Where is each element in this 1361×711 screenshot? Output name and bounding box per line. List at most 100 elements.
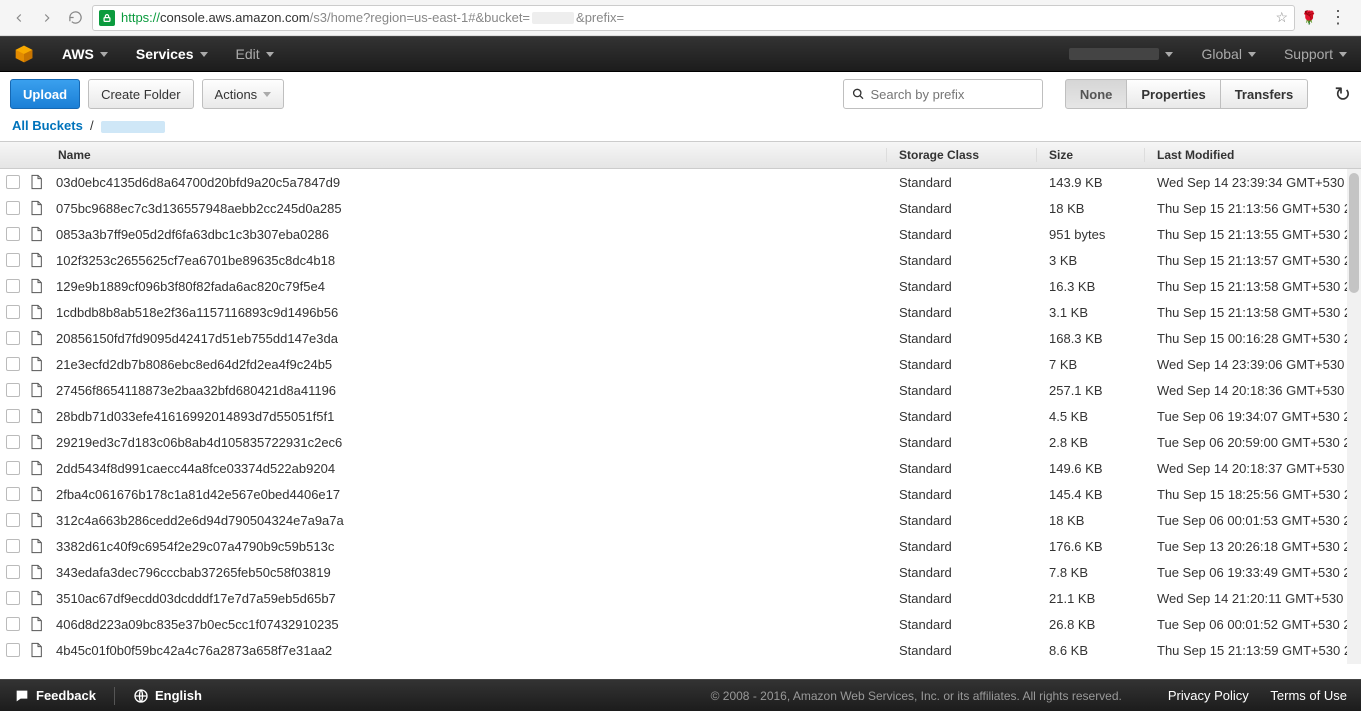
object-name[interactable]: 406d8d223a09bc835e37b0ec5cc1f07432910235	[56, 617, 887, 632]
table-row[interactable]: 3382d61c40f9c6954f2e29c07a4790b9c59b513c…	[0, 533, 1361, 559]
breadcrumb-bucket-redacted[interactable]	[101, 121, 165, 133]
address-bar[interactable]: https:// console.aws.amazon.com /s3/home…	[92, 5, 1295, 31]
search-box[interactable]	[843, 79, 1043, 109]
breadcrumb-all-buckets[interactable]: All Buckets	[12, 118, 83, 133]
table-row[interactable]: 4b45c01f0b0f59bc42a4c76a2873a658f7e31aa2…	[0, 637, 1361, 663]
row-checkbox[interactable]	[6, 539, 20, 553]
table-row[interactable]: 343edafa3dec796cccbab37265feb50c58f03819…	[0, 559, 1361, 585]
tab-none[interactable]: None	[1065, 79, 1128, 109]
table-row[interactable]: 0853a3b7ff9e05d2df6fa63dbc1c3b307eba0286…	[0, 221, 1361, 247]
object-name[interactable]: 129e9b1889cf096b3f80f82fada6ac820c79f5e4	[56, 279, 887, 294]
col-last-modified[interactable]: Last Modified	[1145, 148, 1361, 162]
last-modified: Tue Sep 06 19:33:49 GMT+530 2016	[1145, 565, 1361, 580]
object-name[interactable]: 075bc9688ec7c3d136557948aebb2cc245d0a285	[56, 201, 887, 216]
col-storage-class[interactable]: Storage Class	[887, 148, 1037, 162]
refresh-button[interactable]: ↻	[1334, 82, 1351, 107]
storage-class: Standard	[887, 591, 1037, 606]
object-name[interactable]: 2dd5434f8d991caecc44a8fce03374d522ab9204	[56, 461, 887, 476]
file-icon	[28, 251, 44, 269]
table-row[interactable]: 21e3ecfd2db7b8086ebc8ed64d2fd2ea4f9c24b5…	[0, 351, 1361, 377]
object-name[interactable]: 2fba4c061676b178c1a81d42e567e0bed4406e17	[56, 487, 887, 502]
row-checkbox[interactable]	[6, 175, 20, 189]
row-checkbox[interactable]	[6, 227, 20, 241]
table-row[interactable]: 2fba4c061676b178c1a81d42e567e0bed4406e17…	[0, 481, 1361, 507]
tab-properties[interactable]: Properties	[1127, 79, 1220, 109]
table-row[interactable]: 129e9b1889cf096b3f80f82fada6ac820c79f5e4…	[0, 273, 1361, 299]
row-checkbox[interactable]	[6, 591, 20, 605]
forward-button[interactable]	[36, 7, 58, 29]
object-size: 257.1 KB	[1037, 383, 1145, 398]
table-row[interactable]: 3510ac67df9ecdd03dcdddf17e7d7a59eb5d65b7…	[0, 585, 1361, 611]
table-row[interactable]: 1cdbdb8b8ab518e2f36a1157116893c9d1496b56…	[0, 299, 1361, 325]
row-checkbox[interactable]	[6, 409, 20, 423]
col-name[interactable]: Name	[0, 148, 887, 162]
table-row[interactable]: 28bdb71d033efe41616992014893d7d55051f5f1…	[0, 403, 1361, 429]
row-checkbox[interactable]	[6, 279, 20, 293]
terms-link[interactable]: Terms of Use	[1270, 688, 1347, 703]
reload-button[interactable]	[64, 7, 86, 29]
table-body: 03d0ebc4135d6d8a64700d20bfd9a20c5a7847d9…	[0, 169, 1361, 663]
object-name[interactable]: 03d0ebc4135d6d8a64700d20bfd9a20c5a7847d9	[56, 175, 887, 190]
object-name[interactable]: 3382d61c40f9c6954f2e29c07a4790b9c59b513c	[56, 539, 887, 554]
row-checkbox[interactable]	[6, 331, 20, 345]
object-name[interactable]: 28bdb71d033efe41616992014893d7d55051f5f1	[56, 409, 887, 424]
privacy-link[interactable]: Privacy Policy	[1168, 688, 1249, 703]
language-link[interactable]: English	[133, 688, 202, 704]
object-name[interactable]: 20856150fd7fd9095d42417d51eb755dd147e3da	[56, 331, 887, 346]
browser-menu-icon[interactable]: ⋮	[1323, 7, 1353, 28]
row-checkbox[interactable]	[6, 253, 20, 267]
create-folder-button[interactable]: Create Folder	[88, 79, 193, 109]
object-size: 143.9 KB	[1037, 175, 1145, 190]
row-checkbox[interactable]	[6, 461, 20, 475]
object-name[interactable]: 312c4a663b286cedd2e6d94d790504324e7a9a7a	[56, 513, 887, 528]
table-row[interactable]: 075bc9688ec7c3d136557948aebb2cc245d0a285…	[0, 195, 1361, 221]
table-row[interactable]: 20856150fd7fd9095d42417d51eb755dd147e3da…	[0, 325, 1361, 351]
tab-transfers[interactable]: Transfers	[1221, 79, 1309, 109]
object-name[interactable]: 1cdbdb8b8ab518e2f36a1157116893c9d1496b56	[56, 305, 887, 320]
toolbar: Upload Create Folder Actions None Proper…	[0, 72, 1361, 116]
table-row[interactable]: 03d0ebc4135d6d8a64700d20bfd9a20c5a7847d9…	[0, 169, 1361, 195]
row-checkbox[interactable]	[6, 513, 20, 527]
back-button[interactable]	[8, 7, 30, 29]
row-checkbox[interactable]	[6, 357, 20, 371]
scrollbar-thumb[interactable]	[1349, 173, 1359, 293]
edit-menu[interactable]: Edit	[236, 46, 274, 62]
bookmark-star-icon[interactable]: ☆	[1275, 9, 1288, 26]
search-input[interactable]	[870, 87, 1033, 102]
object-name[interactable]: 21e3ecfd2db7b8086ebc8ed64d2fd2ea4f9c24b5	[56, 357, 887, 372]
table-row[interactable]: 27456f8654118873e2baa32bfd680421d8a41196…	[0, 377, 1361, 403]
table-row[interactable]: 102f3253c2655625cf7ea6701be89635c8dc4b18…	[0, 247, 1361, 273]
table-row[interactable]: 406d8d223a09bc835e37b0ec5cc1f07432910235…	[0, 611, 1361, 637]
table-row[interactable]: 29219ed3c7d183c06b8ab4d105835722931c2ec6…	[0, 429, 1361, 455]
row-checkbox[interactable]	[6, 565, 20, 579]
row-checkbox[interactable]	[6, 383, 20, 397]
extension-icon[interactable]: 🌹	[1301, 10, 1317, 26]
services-menu[interactable]: Services	[136, 46, 208, 62]
account-menu[interactable]	[1069, 48, 1173, 60]
upload-button[interactable]: Upload	[10, 79, 80, 109]
aws-logo-icon[interactable]	[14, 44, 34, 64]
object-name[interactable]: 27456f8654118873e2baa32bfd680421d8a41196	[56, 383, 887, 398]
object-name[interactable]: 29219ed3c7d183c06b8ab4d105835722931c2ec6	[56, 435, 887, 450]
object-name[interactable]: 0853a3b7ff9e05d2df6fa63dbc1c3b307eba0286	[56, 227, 887, 242]
aws-menu[interactable]: AWS	[62, 46, 108, 62]
row-checkbox[interactable]	[6, 201, 20, 215]
region-menu[interactable]: Global	[1201, 46, 1255, 62]
row-checkbox[interactable]	[6, 643, 20, 657]
row-checkbox[interactable]	[6, 435, 20, 449]
row-checkbox[interactable]	[6, 305, 20, 319]
object-size: 176.6 KB	[1037, 539, 1145, 554]
actions-button[interactable]: Actions	[202, 79, 285, 109]
col-size[interactable]: Size	[1037, 148, 1145, 162]
object-name[interactable]: 102f3253c2655625cf7ea6701be89635c8dc4b18	[56, 253, 887, 268]
table-row[interactable]: 312c4a663b286cedd2e6d94d790504324e7a9a7a…	[0, 507, 1361, 533]
table-row[interactable]: 2dd5434f8d991caecc44a8fce03374d522ab9204…	[0, 455, 1361, 481]
object-name[interactable]: 343edafa3dec796cccbab37265feb50c58f03819	[56, 565, 887, 580]
support-menu[interactable]: Support	[1284, 46, 1347, 62]
row-checkbox[interactable]	[6, 617, 20, 631]
object-name[interactable]: 3510ac67df9ecdd03dcdddf17e7d7a59eb5d65b7	[56, 591, 887, 606]
feedback-link[interactable]: Feedback	[14, 688, 96, 704]
object-name[interactable]: 4b45c01f0b0f59bc42a4c76a2873a658f7e31aa2	[56, 643, 887, 658]
row-checkbox[interactable]	[6, 487, 20, 501]
scrollbar[interactable]	[1347, 169, 1361, 664]
